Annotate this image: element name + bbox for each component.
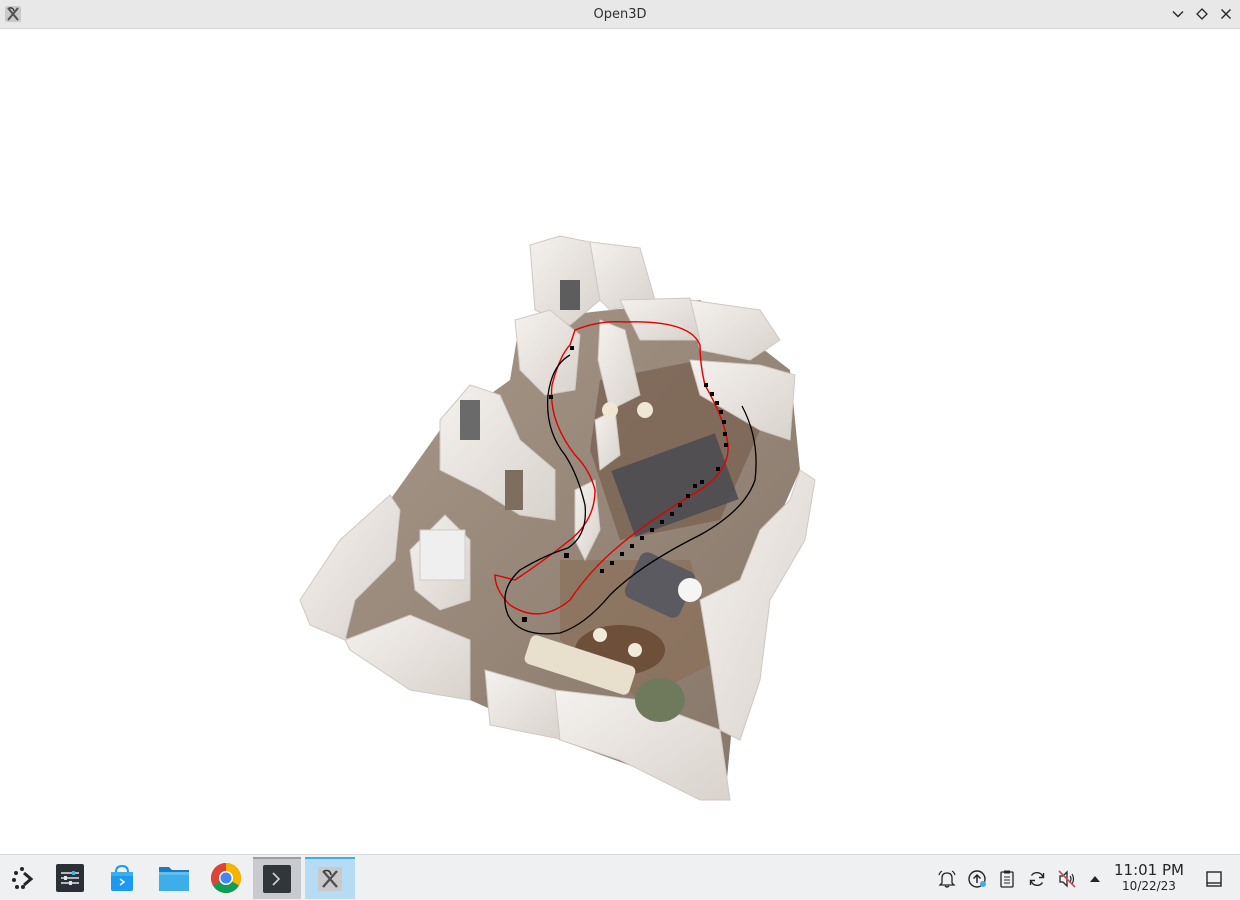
chrome-browser-icon [210, 863, 242, 894]
close-icon [1221, 9, 1231, 19]
notifications-bell-icon [938, 870, 956, 888]
sync-button[interactable] [1026, 868, 1048, 890]
sync-icon [1029, 871, 1045, 887]
clock-date: 10/22/23 [1122, 879, 1176, 893]
expand-tray-arrow-icon [1090, 876, 1100, 882]
volume-muted-icon [1058, 870, 1076, 888]
window-titlebar[interactable]: Open3D [0, 0, 1240, 29]
close-button[interactable] [1216, 4, 1236, 24]
point-cloud-scene [299, 235, 816, 801]
notifications-button[interactable] [936, 868, 958, 890]
application-launcher-icon [12, 867, 34, 889]
discover-store-button[interactable] [98, 857, 146, 899]
3d-viewport[interactable] [0, 29, 1240, 854]
window-title: Open3D [593, 7, 647, 22]
open3d-x-icon [318, 867, 342, 891]
folder-icon [159, 867, 189, 891]
system-settings-button[interactable] [46, 857, 94, 899]
terminal-task-button[interactable] [253, 857, 301, 899]
updates-button[interactable] [966, 868, 988, 890]
chrome-browser-button[interactable] [202, 857, 250, 899]
volume-button[interactable] [1056, 868, 1078, 890]
show-desktop-button[interactable] [1203, 868, 1225, 890]
diamond-icon [1196, 8, 1208, 20]
clipboard-icon [1000, 870, 1014, 888]
clipboard-button[interactable] [996, 868, 1018, 890]
system-settings-icon [56, 864, 84, 892]
maximize-button[interactable] [1192, 4, 1212, 24]
clock-time: 11:01 PM [1114, 861, 1184, 879]
updates-icon [968, 870, 986, 888]
open3d-task-button[interactable] [305, 857, 355, 899]
file-manager-button[interactable] [150, 857, 198, 899]
taskbar: 11:01 PM 10/22/23 [0, 854, 1240, 900]
clock[interactable]: 11:01 PM 10/22/23 [1110, 861, 1188, 893]
show-desktop-icon [1206, 871, 1222, 887]
terminal-icon [263, 865, 291, 893]
discover-store-icon [111, 864, 133, 891]
expand-tray-button[interactable] [1084, 868, 1106, 890]
application-launcher-button[interactable] [0, 857, 48, 899]
chevron-down-icon [1172, 11, 1184, 18]
minimize-button[interactable] [1168, 4, 1188, 24]
